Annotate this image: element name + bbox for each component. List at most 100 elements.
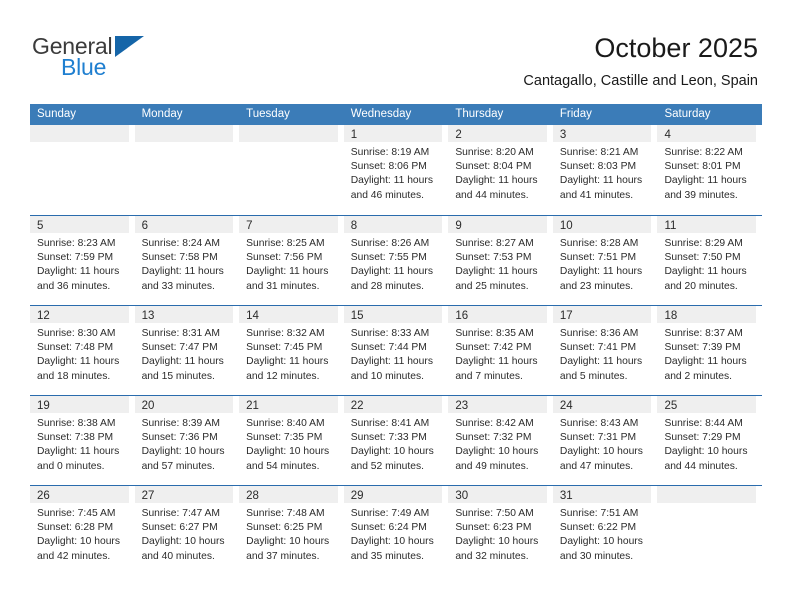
day-detail-line: Sunset: 6:25 PM <box>246 522 323 534</box>
general-blue-logo[interactable]: General Blue <box>32 34 222 86</box>
calendar-day-cell[interactable]: 31 Sunrise: 7:51 AM Sunset: 6:22 PM Dayligh… <box>552 486 658 575</box>
day-detail-line: Sunrise: 7:45 AM <box>37 508 116 519</box>
day-detail-line: Daylight: 10 hours <box>141 446 225 458</box>
calendar-day-cell[interactable]: 22 Sunrise: 8:41 AM Sunset: 7:33 PM Dayligh… <box>343 396 449 485</box>
day-number: 16 <box>455 310 469 322</box>
calendar-day-cell[interactable]: 16 Sunrise: 8:35 AM Sunset: 7:42 PM Dayligh… <box>448 306 553 395</box>
day-detail-line: Daylight: 11 hours <box>664 266 747 278</box>
day-number-strip: 27 <box>134 486 234 503</box>
day-details: Sunrise: 8:42 AM Sunset: 7:32 PM Daylight:… <box>448 413 553 474</box>
day-detail-line: Sunrise: 8:38 AM <box>37 418 116 429</box>
calendar-day-cell[interactable]: 2 Sunrise: 8:20 AM Sunset: 8:04 PM Daylight… <box>448 125 553 215</box>
calendar-day-cell[interactable]: 10 Sunrise: 8:28 AM Sunset: 7:51 PM Dayligh… <box>552 216 658 305</box>
day-detail-line: and 5 minutes. <box>559 370 628 382</box>
day-number-strip: 8 <box>343 216 443 233</box>
calendar-day-cell[interactable]: 13 Sunrise: 8:31 AM Sunset: 7:47 PM Dayligh… <box>134 306 240 395</box>
day-detail-line: Sunset: 7:33 PM <box>350 432 427 444</box>
weekday-header-thursday: Thursday <box>455 108 504 120</box>
calendar-day-cell[interactable]: 21 Sunrise: 8:40 AM Sunset: 7:35 PM Dayligh… <box>239 396 344 485</box>
day-details: Sunrise: 8:43 AM Sunset: 7:31 PM Daylight:… <box>553 413 658 474</box>
title-block: October 2025 Cantagallo, Castille and Le… <box>523 32 758 90</box>
calendar-day-cell[interactable]: 1 Sunrise: 8:19 AM Sunset: 8:06 PM Daylight… <box>343 125 449 215</box>
day-detail-line: and 54 minutes. <box>246 460 320 472</box>
calendar-day-cell[interactable]: 27 Sunrise: 7:47 AM Sunset: 6:27 PM Dayligh… <box>134 486 240 575</box>
calendar-day-cell[interactable]: 5 Sunrise: 8:23 AM Sunset: 7:59 PM Daylight… <box>30 216 135 305</box>
day-details: Sunrise: 8:25 AM Sunset: 7:56 PM Daylight:… <box>239 233 344 294</box>
day-number-strip: 17 <box>552 306 652 323</box>
day-number: 7 <box>246 220 253 232</box>
calendar-day-cell[interactable]: 24 Sunrise: 8:43 AM Sunset: 7:31 PM Dayligh… <box>552 396 658 485</box>
calendar-day-cell[interactable]: 15 Sunrise: 8:33 AM Sunset: 7:44 PM Dayligh… <box>343 306 449 395</box>
calendar-day-cell[interactable]: 7 Sunrise: 8:25 AM Sunset: 7:56 PM Daylight… <box>239 216 344 305</box>
day-number: 23 <box>455 400 469 412</box>
calendar-day-cell[interactable]: 9 Sunrise: 8:27 AM Sunset: 7:53 PM Daylight… <box>448 216 553 305</box>
day-detail-line: Sunset: 7:44 PM <box>350 342 427 354</box>
day-number: 15 <box>350 310 364 322</box>
day-detail-line: Sunset: 7:39 PM <box>664 342 741 354</box>
day-detail-line: Sunrise: 7:51 AM <box>559 508 639 519</box>
day-number: 19 <box>37 400 50 412</box>
day-number: 21 <box>246 400 259 412</box>
calendar-day-cell[interactable]: 23 Sunrise: 8:42 AM Sunset: 7:32 PM Dayligh… <box>448 396 553 485</box>
day-detail-line: Sunset: 7:42 PM <box>455 342 532 354</box>
day-detail-line: and 30 minutes. <box>559 550 634 562</box>
day-number: 28 <box>246 490 259 502</box>
day-detail-line: Sunset: 8:03 PM <box>559 161 637 173</box>
day-number: 18 <box>664 310 678 322</box>
calendar-day-cell[interactable]: 28 Sunrise: 7:48 AM Sunset: 6:25 PM Dayligh… <box>239 486 344 575</box>
day-detail-line: Daylight: 11 hours <box>350 175 433 187</box>
day-number-strip: 19 <box>30 396 129 413</box>
calendar-day-cell[interactable]: 12 Sunrise: 8:30 AM Sunset: 7:48 PM Dayligh… <box>30 306 135 395</box>
day-detail-line: Sunset: 7:48 PM <box>37 342 114 354</box>
day-detail-line: and 0 minutes. <box>37 460 105 472</box>
logo-triangle-icon <box>115 36 144 57</box>
day-details: Sunrise: 8:40 AM Sunset: 7:35 PM Daylight:… <box>239 413 344 474</box>
day-number-strip: 7 <box>239 216 338 233</box>
day-detail-line: Sunrise: 7:49 AM <box>350 508 430 519</box>
day-number: 25 <box>664 400 678 412</box>
day-number-strip: 14 <box>239 306 338 323</box>
calendar-day-cell[interactable]: 4 Sunrise: 8:22 AM Sunset: 8:01 PM Daylight… <box>657 125 762 215</box>
day-detail-line: Sunset: 7:38 PM <box>37 432 114 444</box>
day-detail-line: Sunset: 7:51 PM <box>559 252 637 264</box>
calendar-day-cell[interactable]: 11 Sunrise: 8:29 AM Sunset: 7:50 PM Dayligh… <box>657 216 762 305</box>
day-detail-line: Sunrise: 8:41 AM <box>350 418 430 429</box>
day-detail-line: and 18 minutes. <box>37 370 111 382</box>
day-detail-line: Sunrise: 7:50 AM <box>455 508 534 519</box>
day-detail-line: Daylight: 10 hours <box>350 536 434 548</box>
calendar-day-cell[interactable]: 18 Sunrise: 8:37 AM Sunset: 7:39 PM Dayligh… <box>657 306 762 395</box>
calendar-week-row: 5 Sunrise: 8:23 AM Sunset: 7:59 PM Daylight… <box>30 215 762 305</box>
day-detail-line: and 20 minutes. <box>664 280 738 292</box>
calendar-page: General Blue October 2025 Cantagallo, Ca… <box>0 0 792 612</box>
day-details: Sunrise: 8:33 AM Sunset: 7:44 PM Daylight:… <box>344 323 449 384</box>
day-detail-line: Daylight: 11 hours <box>141 356 224 368</box>
day-detail-line: Daylight: 10 hours <box>141 536 225 548</box>
day-number: 17 <box>559 310 573 322</box>
day-detail-line: Sunrise: 8:42 AM <box>455 418 534 429</box>
calendar-day-cell[interactable]: 6 Sunrise: 8:24 AM Sunset: 7:58 PM Daylight… <box>134 216 240 305</box>
day-detail-line: Sunrise: 7:48 AM <box>246 508 325 519</box>
calendar-day-cell[interactable]: 17 Sunrise: 8:36 AM Sunset: 7:41 PM Dayligh… <box>552 306 658 395</box>
calendar-day-cell[interactable]: 26 Sunrise: 7:45 AM Sunset: 6:28 PM Dayligh… <box>30 486 135 575</box>
calendar-day-cell[interactable]: 14 Sunrise: 8:32 AM Sunset: 7:45 PM Dayligh… <box>239 306 344 395</box>
calendar-day-cell[interactable]: 29 Sunrise: 7:49 AM Sunset: 6:24 PM Dayligh… <box>343 486 449 575</box>
day-detail-line: Sunset: 7:32 PM <box>455 432 532 444</box>
calendar-day-cell[interactable]: 19 Sunrise: 8:38 AM Sunset: 7:38 PM Dayligh… <box>30 396 135 485</box>
day-detail-line: Daylight: 11 hours <box>559 175 643 187</box>
calendar-day-cell[interactable]: 20 Sunrise: 8:39 AM Sunset: 7:36 PM Dayligh… <box>134 396 240 485</box>
day-detail-line: Daylight: 11 hours <box>664 175 747 187</box>
calendar-day-cell[interactable]: 25 Sunrise: 8:44 AM Sunset: 7:29 PM Dayligh… <box>657 396 762 485</box>
day-detail-line: Daylight: 11 hours <box>455 175 538 187</box>
day-number-strip: 23 <box>448 396 547 413</box>
day-detail-line: Sunset: 7:47 PM <box>141 342 218 354</box>
calendar-day-cell[interactable]: 30 Sunrise: 7:50 AM Sunset: 6:23 PM Dayligh… <box>448 486 553 575</box>
day-number-strip: 18 <box>657 306 757 323</box>
day-number: 10 <box>559 220 573 232</box>
day-detail-line: Sunset: 7:35 PM <box>246 432 323 444</box>
calendar-day-cell[interactable]: 8 Sunrise: 8:26 AM Sunset: 7:55 PM Daylight… <box>343 216 449 305</box>
day-detail-line: Daylight: 11 hours <box>350 266 433 278</box>
day-number-strip <box>657 486 757 503</box>
day-detail-line: and 37 minutes. <box>246 550 320 562</box>
day-detail-line: Sunset: 7:31 PM <box>559 432 637 444</box>
calendar-day-cell[interactable]: 3 Sunrise: 8:21 AM Sunset: 8:03 PM Daylight… <box>552 125 658 215</box>
